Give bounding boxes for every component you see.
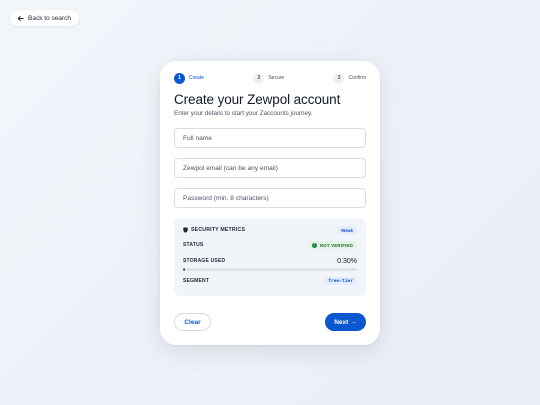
segment-badge: free-tier: [324, 277, 357, 285]
stepper: 1 Create 2 Secure 3 Confirm: [174, 72, 366, 84]
step-label: Create: [189, 75, 205, 81]
step-number: 1: [174, 72, 185, 84]
step-label: Confirm: [348, 75, 366, 81]
back-to-search-button[interactable]: Back to search: [10, 10, 79, 26]
signup-card: 1 Create 2 Secure 3 Confirm Create your …: [160, 61, 380, 345]
security-metrics-title: SECURITY METRICS: [191, 227, 246, 233]
status-value: NOT VERIFIED: [319, 242, 353, 248]
step-create: 1 Create: [174, 72, 205, 84]
step-label: Secure: [268, 75, 285, 81]
storage-label: STORAGE USED: [183, 258, 226, 264]
storage-row: STORAGE USED 0.30%: [183, 256, 357, 266]
password-input[interactable]: Password (min. 8 characters): [174, 188, 366, 208]
step-confirm: 3 Confirm: [333, 72, 366, 84]
segment-row: SEGMENT free-tier: [183, 276, 357, 286]
next-button-label: Next: [334, 318, 349, 326]
storage-value: 0.30%: [337, 257, 357, 265]
storage-progress-fill: [183, 268, 185, 271]
form-actions: Clear Next →: [174, 313, 366, 331]
status-label: STATUS: [183, 242, 204, 248]
back-to-search-label: Back to search: [28, 14, 71, 22]
strength-badge: Weak: [337, 226, 357, 234]
status-badge: ! NOT VERIFIED: [307, 241, 357, 249]
segment-label: SEGMENT: [183, 278, 210, 284]
shield-icon: [183, 227, 188, 233]
security-metrics-panel: SECURITY METRICS Weak STATUS ! NOT VERIF…: [174, 218, 366, 296]
storage-progress-bar: [183, 268, 357, 271]
step-number: 2: [253, 72, 265, 84]
page-title: Create your Zewpol account: [174, 92, 341, 107]
security-metrics-heading: SECURITY METRICS: [183, 227, 245, 233]
step-number: 3: [333, 72, 345, 84]
password-placeholder: Password (min. 8 characters): [183, 194, 269, 202]
clear-button[interactable]: Clear: [174, 313, 211, 331]
step-secure: 2 Secure: [253, 72, 285, 84]
full-name-placeholder: Full name: [183, 134, 212, 142]
arrow-left-icon: [17, 15, 24, 21]
full-name-input[interactable]: Full name: [174, 128, 366, 148]
exclamation-icon: !: [311, 242, 317, 248]
status-row: STATUS ! NOT VERIFIED: [183, 240, 357, 250]
arrow-right-icon: →: [350, 318, 357, 326]
email-placeholder: Zewpol email (can be any email): [183, 164, 278, 172]
email-input[interactable]: Zewpol email (can be any email): [174, 158, 366, 178]
next-button[interactable]: Next →: [325, 313, 366, 331]
page-subtitle: Enter your details to start your Zaccoun…: [174, 110, 313, 117]
